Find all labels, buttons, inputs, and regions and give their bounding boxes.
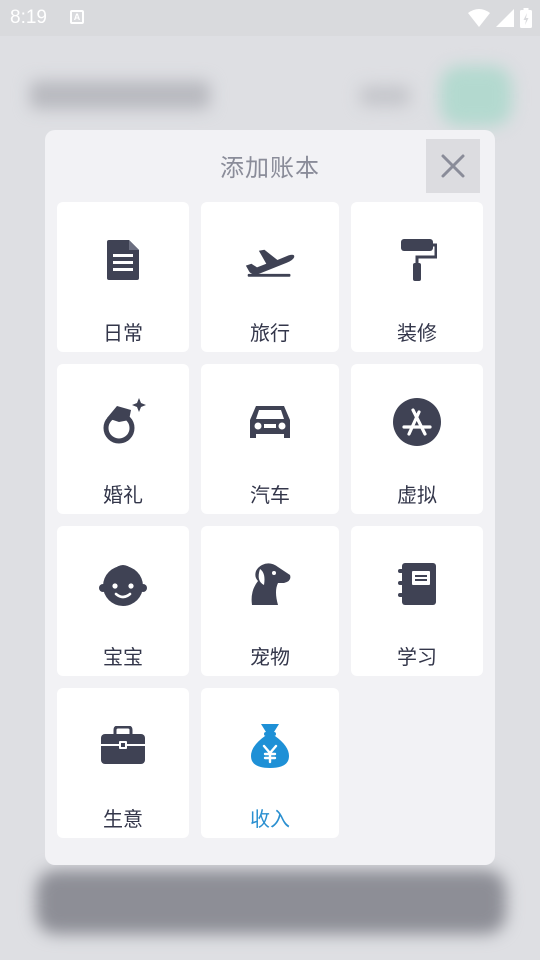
ledger-item-pet[interactable]: 宠物 [201,526,339,676]
signal-icon [496,9,514,27]
status-bar: 8:19 A [0,0,540,36]
wifi-icon [468,9,490,27]
ledger-item-renovation[interactable]: 装修 [351,202,483,352]
add-ledger-dialog: 添加账本 日常 旅行 装修 婚礼 汽车 虚拟 宝宝 宠物 学习 生意 收入 [45,130,495,865]
close-button[interactable] [426,139,480,193]
background-add-button [440,66,512,126]
ledger-item-label: 生意 [103,807,143,831]
money-bag-icon [244,720,296,772]
ledger-item-travel[interactable]: 旅行 [201,202,339,352]
ledger-item-virtual[interactable]: 虚拟 [351,364,483,514]
ledger-item-label: 日常 [103,321,143,345]
battery-icon [520,8,532,28]
ledger-item-label: 学习 [397,645,437,669]
baby-face-icon [97,558,149,610]
ledger-item-wedding[interactable]: 婚礼 [57,364,189,514]
ring-icon [97,396,149,448]
notebook-icon [391,558,443,610]
paint-roller-icon [391,234,443,286]
briefcase-icon [97,720,149,772]
app-store-icon [391,396,443,448]
ledger-item-baby[interactable]: 宝宝 [57,526,189,676]
ledger-item-label: 宝宝 [103,645,143,669]
background-header-item [360,86,410,106]
ledger-item-daily[interactable]: 日常 [57,202,189,352]
ledger-item-label: 汽车 [250,483,290,507]
background-title [30,81,210,109]
airplane-icon [244,234,296,286]
car-icon [244,396,296,448]
ledger-item-label: 婚礼 [103,483,143,507]
accessibility-notification-icon: A [70,10,84,24]
status-time: 8:19 [10,7,47,28]
status-icons [468,7,532,29]
ledger-item-label: 装修 [397,321,437,345]
dog-icon [244,558,296,610]
ledger-item-label: 宠物 [250,645,290,669]
ledger-item-label: 虚拟 [397,483,437,507]
ledger-item-income[interactable]: 收入 [201,688,339,838]
ledger-item-study[interactable]: 学习 [351,526,483,676]
ledger-item-business[interactable]: 生意 [57,688,189,838]
ledger-item-car[interactable]: 汽车 [201,364,339,514]
close-icon [441,154,465,178]
ledger-item-label: 收入 [250,807,290,831]
document-icon [97,234,149,286]
background-bottom-bar [36,870,506,934]
ledger-item-label: 旅行 [250,321,290,345]
